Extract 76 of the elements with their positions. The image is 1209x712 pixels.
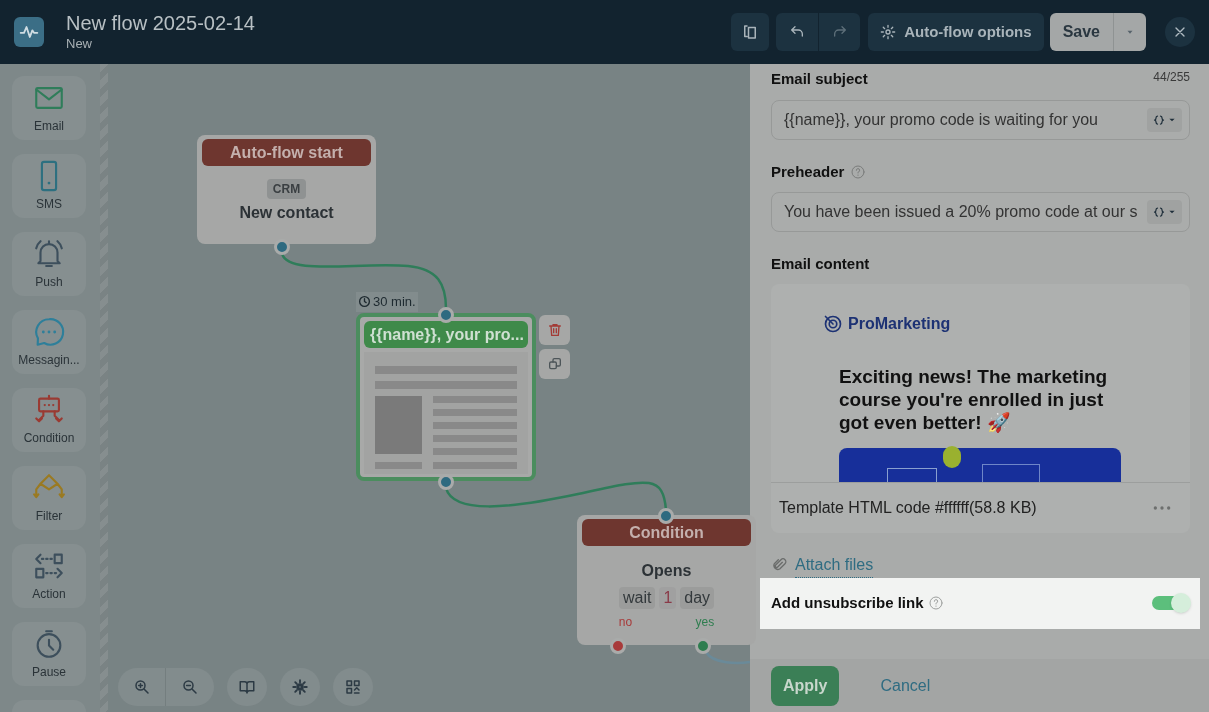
zoom-in-icon	[132, 678, 151, 696]
paperclip-icon	[771, 557, 787, 573]
redo-icon	[831, 24, 848, 40]
subject-field[interactable]: {{name}}, your promo code is waiting for you	[771, 99, 1190, 140]
wait-setting[interactable]: day	[680, 587, 715, 609]
field-label: Email subject	[771, 69, 868, 89]
palette-item[interactable]: Action	[12, 544, 86, 608]
output-point[interactable]	[695, 638, 711, 654]
brand-name: ProMarketing	[848, 313, 951, 334]
palette-item[interactable]: Email	[12, 76, 86, 140]
trash-icon	[546, 322, 563, 338]
duplicate-button[interactable]	[539, 349, 570, 379]
guide-button[interactable]	[227, 668, 267, 706]
layout-button[interactable]	[333, 668, 373, 706]
zoom-out-icon	[181, 678, 199, 696]
palette-item[interactable]: Pause	[12, 622, 86, 686]
wait-setting[interactable]: 1	[659, 587, 677, 609]
palette-item[interactable]: Condition	[12, 388, 86, 452]
flow-status: New	[66, 35, 93, 53]
output-label: no	[618, 614, 633, 631]
templates-button[interactable]	[731, 13, 770, 51]
gear-icon	[880, 24, 897, 40]
copy-icon	[546, 356, 563, 372]
wait-setting[interactable]: wait	[618, 587, 656, 609]
condition-node[interactable]: Condition Opens wait 1 day no yes	[577, 515, 756, 645]
braces-icon	[1153, 206, 1165, 218]
auto-flow-options-button[interactable]: Auto-flow options	[868, 13, 1044, 51]
close-button[interactable]	[1165, 17, 1195, 47]
setting-label: Add unsubscribe link	[771, 593, 924, 614]
field-label: Email content	[771, 254, 871, 274]
node-header: Condition	[582, 519, 751, 546]
connector-line	[705, 651, 750, 665]
connection-point[interactable]	[658, 508, 674, 524]
variables-button[interactable]	[1147, 200, 1182, 224]
connection-point[interactable]	[438, 307, 454, 323]
undo-icon	[789, 24, 806, 40]
settings-icon	[291, 678, 309, 696]
book-icon	[238, 678, 256, 696]
email-node[interactable]: {{name}}, your pro...	[356, 313, 536, 481]
palette-item[interactable]: Messagin...	[12, 310, 86, 374]
settings-button[interactable]	[280, 668, 320, 706]
flow-title: New flow 2025-02-14	[66, 11, 255, 35]
braces-icon	[1153, 113, 1165, 126]
attach-files-link[interactable]: Attach files	[795, 552, 874, 578]
delete-button[interactable]	[539, 315, 570, 345]
grid-icon	[344, 678, 362, 696]
palette-item[interactable]: Push	[12, 232, 86, 296]
help-icon	[850, 163, 867, 180]
palette-item[interactable]: SMS	[12, 154, 86, 218]
palette-item[interactable]: Filter	[12, 466, 86, 530]
start-node[interactable]: Auto-flow start CRM New contact	[197, 135, 376, 244]
connection-point[interactable]	[438, 474, 454, 490]
clock-icon	[358, 295, 371, 309]
help-icon	[927, 595, 944, 612]
node-title: Opens	[641, 561, 692, 581]
node-title: New contact	[239, 203, 334, 223]
messaging-icon	[32, 315, 66, 349]
unsubscribe-toggle[interactable]	[1152, 596, 1190, 611]
field-label: Preheader	[771, 161, 845, 182]
delay-label: 30 min.	[356, 292, 418, 312]
output-label: yes	[695, 614, 715, 631]
apply-button[interactable]: Apply	[771, 665, 840, 706]
logo-icon	[14, 17, 44, 47]
connection-point[interactable]	[274, 239, 290, 255]
template-file-name: Template HTML code #ffffff(58.8 KB)	[779, 497, 1037, 518]
email-headline: Exciting news! The marketing course you're enrolled in just got even better! 🚀	[839, 364, 1109, 434]
character-counter: 44/255	[1153, 69, 1190, 86]
target-icon	[823, 313, 843, 334]
crm-tag: CRM	[266, 179, 307, 199]
variables-button[interactable]	[1147, 107, 1182, 132]
output-point[interactable]	[610, 638, 626, 654]
caret-icon	[1168, 208, 1176, 216]
cancel-button[interactable]: Cancel	[880, 673, 931, 698]
node-header: Auto-flow start	[202, 139, 371, 166]
node-header: {{name}}, your pro...	[364, 321, 528, 348]
preheader-field[interactable]: You have been issued a 20% promo code at our s	[771, 192, 1190, 232]
